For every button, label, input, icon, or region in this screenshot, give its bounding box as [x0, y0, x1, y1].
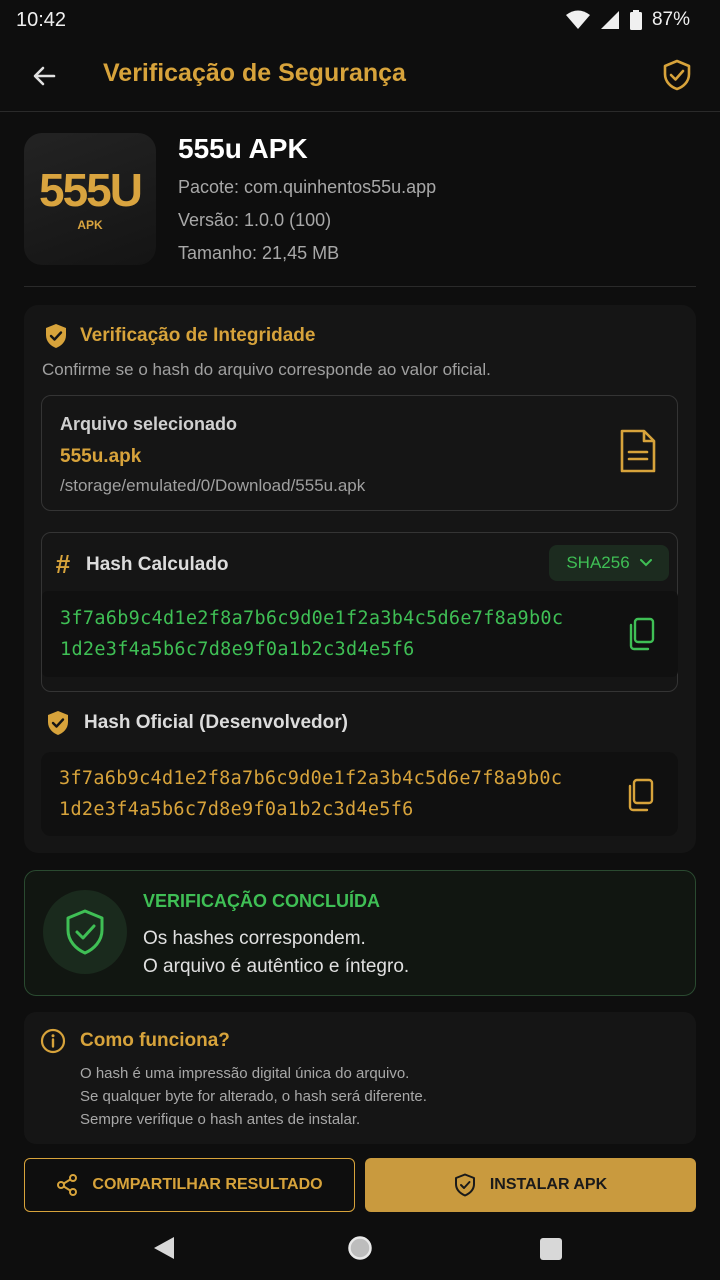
how-it-works: Como funciona? O hash é uma impressão di…: [24, 1012, 696, 1144]
official-hash-label: Hash Oficial (Desenvolvedor): [84, 712, 348, 733]
install-apk-label: INSTALAR APK: [489, 1176, 608, 1193]
result-line-1: Os hashes correspondem.: [143, 928, 366, 949]
app-size: Tamanho: 21,45 MB: [178, 243, 340, 263]
copy-icon[interactable]: [627, 617, 657, 651]
logo-text: 555U: [39, 164, 143, 216]
how-it-works-title: Como funciona?: [40, 1028, 230, 1054]
calculated-hash-value: 3f7a6b9c4d1e2f8a7b6c9d0e1f2a3b4c5d6e7f8a…: [42, 591, 678, 677]
algorithm-value: SHA256: [566, 553, 630, 572]
calculated-hash-header: # Hash Calculado: [52, 549, 229, 580]
result-line-2: O arquivo é autêntico e íntegro.: [143, 956, 410, 977]
integrity-description: Confirme se o hash do arquivo correspond…: [42, 360, 491, 379]
hash-icon: #: [55, 549, 71, 579]
integrity-title: Verificação de Integridade: [44, 323, 315, 349]
shield-check-icon: [454, 1173, 475, 1197]
algorithm-dropdown[interactable]: SHA256: [549, 545, 669, 581]
how-it-works-line-2: Se qualquer byte for alterado, o hash se…: [80, 1088, 427, 1105]
calculated-hash-line-2: 1d2e3f4a5b6c7d8e9f0a1b2c3d4e5f6: [60, 639, 415, 660]
status-time: 10:42: [16, 8, 67, 31]
shield-check-icon[interactable]: [660, 58, 694, 92]
divider: [24, 286, 696, 287]
logo-subtext: APK: [77, 218, 103, 232]
share-icon: [57, 1174, 78, 1196]
success-badge: [43, 890, 127, 974]
battery-icon: [629, 10, 642, 30]
calculated-hash: # Hash Calculado SHA256 3f7a6b9c4d1e2f8a…: [41, 532, 678, 692]
app-bar: Verificação de Segurança: [0, 40, 720, 112]
share-result-label: COMPARTILHAR RESULTADO: [92, 1176, 323, 1193]
app-logo: 555U APK: [24, 133, 156, 265]
document-icon: [620, 429, 656, 473]
selected-file-path: /storage/emulated/0/Download/555u.apk: [60, 476, 366, 495]
system-nav-bar: [0, 1216, 720, 1280]
shield-check-icon: [66, 909, 104, 955]
nav-home-icon[interactable]: [347, 1235, 373, 1261]
install-apk-button[interactable]: INSTALAR APK: [365, 1158, 696, 1212]
wifi-icon: [565, 10, 590, 29]
result-title: VERIFICAÇÃO CONCLUÍDA: [143, 891, 380, 911]
verification-result: VERIFICAÇÃO CONCLUÍDA Os hashes correspo…: [24, 870, 696, 996]
official-hash-text: 3f7a6b9c4d1e2f8a7b6c9d0e1f2a3b4c5d6e7f8a…: [59, 763, 562, 825]
signal-icon: [600, 11, 619, 29]
status-bar: 10:42 87%: [0, 0, 720, 40]
copy-icon[interactable]: [626, 778, 656, 812]
integrity-title-text: Verificação de Integridade: [80, 325, 316, 346]
how-it-works-title-text: Como funciona?: [80, 1030, 230, 1051]
back-arrow-icon[interactable]: [28, 60, 60, 92]
app-version: Versão: 1.0.0 (100): [178, 210, 332, 230]
shield-check-icon: [46, 324, 66, 348]
share-result-button[interactable]: COMPARTILHAR RESULTADO: [24, 1158, 355, 1212]
shield-check-icon: [48, 711, 68, 735]
calculated-hash-label: Hash Calculado: [86, 553, 229, 575]
official-hash-value: 3f7a6b9c4d1e2f8a7b6c9d0e1f2a3b4c5d6e7f8a…: [41, 752, 678, 836]
info-icon: [40, 1028, 66, 1054]
battery-percent: 87%: [651, 9, 690, 30]
official-hash-header: Hash Oficial (Desenvolvedor): [46, 710, 348, 736]
app-package: Pacote: com.quinhentos55u.app: [178, 177, 437, 197]
calculated-hash-line-1: 3f7a6b9c4d1e2f8a7b6c9d0e1f2a3b4c5d6e7f8a…: [60, 608, 564, 629]
nav-recents-icon[interactable]: [539, 1237, 563, 1261]
chevron-down-icon: [639, 559, 652, 567]
app-info: 555U APK 555u APK Pacote: com.quinhentos…: [24, 133, 696, 273]
official-hash-line-1: 3f7a6b9c4d1e2f8a7b6c9d0e1f2a3b4c5d6e7f8a…: [59, 768, 563, 789]
official-hash-line-2: 1d2e3f4a5b6c7d8e9f0a1b2c3d4e5f6: [59, 799, 414, 820]
nav-back-icon[interactable]: [152, 1235, 176, 1261]
selected-file-name: 555u.apk: [60, 446, 142, 467]
app-name: 555u APK: [178, 133, 308, 164]
integrity-card: Verificação de Integridade Confirme se o…: [24, 305, 696, 853]
status-icons: 87%: [565, 9, 690, 31]
how-it-works-line-1: O hash é uma impressão digital única do …: [80, 1065, 410, 1082]
selected-file[interactable]: Arquivo selecionado 555u.apk /storage/em…: [41, 395, 678, 511]
how-it-works-line-3: Sempre verifique o hash antes de instala…: [80, 1111, 361, 1128]
page-title: Verificação de Segurança: [103, 59, 406, 87]
calculated-hash-text: 3f7a6b9c4d1e2f8a7b6c9d0e1f2a3b4c5d6e7f8a…: [60, 603, 563, 665]
selected-file-label: Arquivo selecionado: [60, 414, 238, 434]
